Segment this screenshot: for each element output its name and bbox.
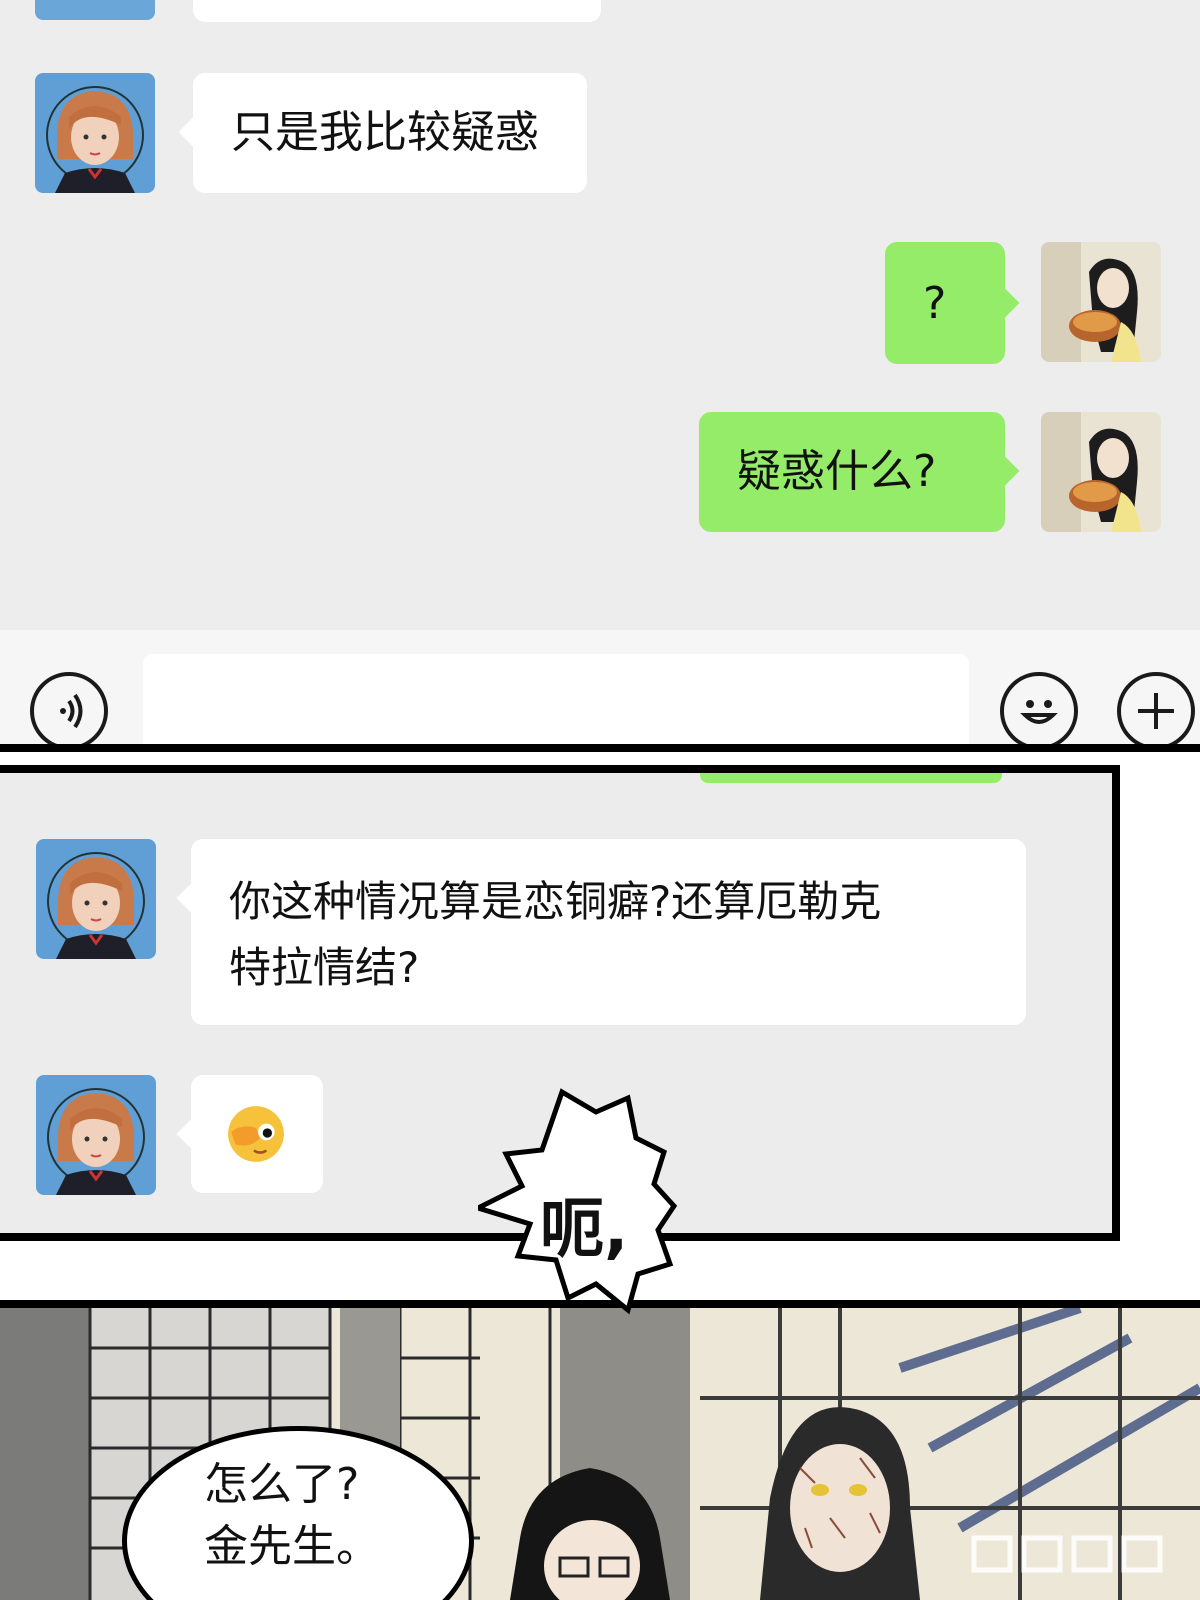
burst-text: 呃, bbox=[540, 1193, 629, 1267]
speech-burst: 呃, bbox=[478, 1088, 718, 1320]
speech-line-2: 金先生。 bbox=[204, 1521, 380, 1572]
message-text: 只是我比较疑惑 bbox=[231, 107, 539, 158]
message-text: 疑惑什么? bbox=[737, 446, 937, 497]
incoming-emoji-bubble[interactable] bbox=[176, 1075, 323, 1193]
incoming-message-bubble[interactable]: 你这种情况算是恋铜癖?还算厄勒克 特拉情结? bbox=[176, 839, 1026, 1025]
message-line-2: 特拉情结? bbox=[229, 943, 420, 992]
bubble-cut bbox=[193, 0, 601, 22]
panel-border bbox=[0, 744, 1200, 752]
bubble-tail bbox=[178, 116, 210, 148]
avatar-orange-hair-girl[interactable] bbox=[36, 1075, 156, 1195]
watermark-logo bbox=[971, 1535, 1163, 1573]
smiley-icon[interactable] bbox=[1000, 672, 1078, 748]
voice-icon[interactable] bbox=[30, 672, 108, 748]
bubble-tail bbox=[176, 1118, 208, 1150]
avatar-orange-hair-girl[interactable] bbox=[35, 73, 155, 193]
bubble-tail bbox=[176, 882, 208, 914]
outgoing-message-bubble[interactable]: ? bbox=[885, 242, 1020, 364]
panel-border bbox=[1112, 765, 1120, 1241]
avatar-orange-hair-girl[interactable] bbox=[36, 839, 156, 959]
chat-panel-top: 只是我比较疑惑 ? 疑惑什么? bbox=[0, 0, 1200, 748]
avatar-dark-hair-woman[interactable] bbox=[1041, 242, 1161, 362]
outgoing-message-bubble[interactable]: 疑惑什么? bbox=[699, 412, 1020, 532]
panel-border bbox=[0, 765, 1120, 773]
plus-icon[interactable] bbox=[1117, 672, 1195, 748]
face-palm-peek-emoji bbox=[228, 1106, 284, 1162]
speech-text: 怎么了? 金先生。 bbox=[204, 1454, 424, 1578]
avatar-dark-hair-woman[interactable] bbox=[1041, 412, 1161, 532]
speech-line-1: 怎么了? bbox=[204, 1459, 360, 1510]
outgoing-bubble-edge bbox=[700, 773, 1002, 783]
incoming-message-bubble[interactable]: 只是我比较疑惑 bbox=[178, 73, 587, 193]
avatar-cut[interactable] bbox=[35, 0, 155, 20]
message-line-1: 你这种情况算是恋铜癖?还算厄勒克 bbox=[229, 877, 882, 926]
message-input[interactable] bbox=[143, 654, 969, 748]
